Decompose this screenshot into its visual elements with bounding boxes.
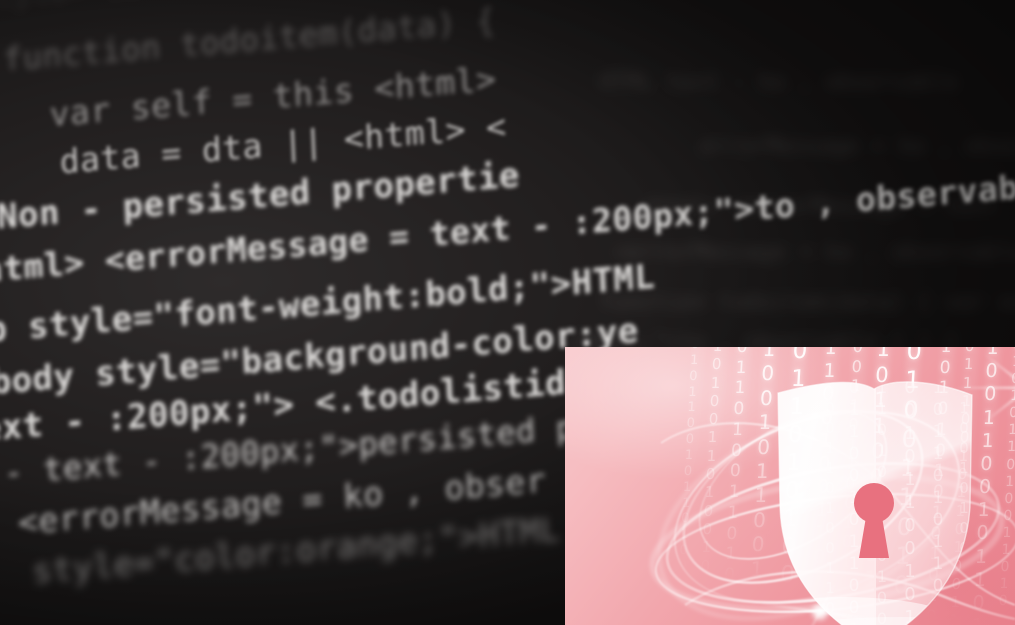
protection-shield: 1001101001100110010110011101001101000010… [770, 375, 980, 625]
code-line-far: <errorMessage = ko , observable ( ) [614, 240, 1015, 265]
code-line-far: <html> <errorMessage = text - :200px; [640, 194, 1015, 219]
code-line-far: function todoitem(data) { var self [600, 290, 1015, 315]
screenshot-canvas: style="color:orange;">HTMLfunction todoi… [0, 0, 1015, 625]
shield-binary-digit: 1 [933, 598, 944, 618]
security-panel: 0 1 0 1 1 0 0 1 0 1 1 0 1 0 0 11 0 1 0 0… [565, 347, 1015, 625]
shield-binary-digit: 0 [959, 579, 969, 597]
code-line-far: HTML text - ko , observable [600, 70, 958, 95]
shield-binary-digit: 0 [933, 620, 944, 625]
code-line-far: errorMessage = ko , observable ( ) [700, 134, 1015, 159]
shield-binary-digit: 1 [959, 559, 969, 577]
shield-binary-digit: 1 [959, 599, 969, 617]
